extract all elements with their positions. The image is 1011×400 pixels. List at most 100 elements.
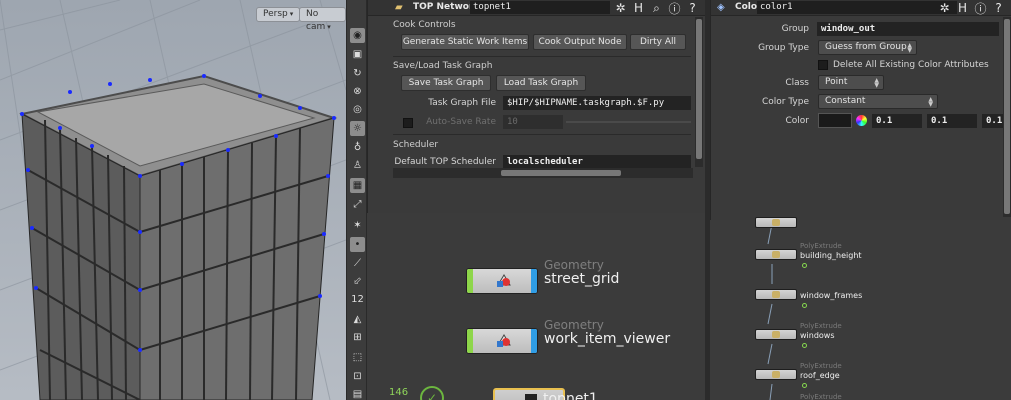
auto-save-rate-field[interactable]: 10 bbox=[503, 115, 563, 129]
horizontal-scrollbar[interactable] bbox=[393, 168, 693, 178]
parameter-header: ▰ TOP Network topnet1 ✲ H ⌕ ⓘ ? bbox=[368, 0, 705, 16]
auto-save-slider[interactable] bbox=[566, 121, 691, 123]
header-icons: ✲ H ⓘ ? bbox=[938, 0, 1005, 16]
persp-label: Persp bbox=[263, 9, 288, 19]
search-icon[interactable]: ⌕ bbox=[650, 1, 663, 16]
scrollbar-thumb[interactable] bbox=[1004, 19, 1010, 214]
output-connector[interactable] bbox=[802, 343, 807, 348]
sphere-icon[interactable]: ◎ bbox=[350, 102, 365, 117]
group-type-dropdown[interactable]: Guess from Group ▲ ▼ bbox=[818, 40, 917, 55]
task-graph-file-label: Task Graph File bbox=[428, 98, 496, 108]
color-r-field[interactable]: 0.1 bbox=[872, 114, 922, 128]
snap-icon[interactable]: ⬚ bbox=[350, 350, 365, 365]
class-dropdown[interactable]: Point ▲ ▼ bbox=[818, 75, 884, 90]
generate-work-items-button[interactable]: Generate Static Work Items bbox=[401, 34, 529, 50]
display-flag[interactable] bbox=[467, 329, 473, 353]
help-h-icon[interactable]: H bbox=[632, 1, 645, 15]
viewport-scene bbox=[0, 0, 346, 400]
node-name-field[interactable]: color1 bbox=[757, 1, 957, 14]
sop-node-windows[interactable] bbox=[755, 329, 797, 340]
scrollbar-thumb[interactable] bbox=[696, 19, 702, 159]
eye-icon[interactable]: ◉ bbox=[350, 28, 365, 43]
output-connector[interactable] bbox=[802, 263, 807, 268]
save-task-graph-button[interactable]: Save Task Graph bbox=[401, 75, 491, 91]
load-task-graph-button[interactable]: Load Task Graph bbox=[496, 75, 586, 91]
light-icon[interactable]: ♁ bbox=[350, 140, 365, 155]
save-load-heading: Save/Load Task Graph bbox=[393, 61, 493, 71]
sop-node-roof-edge[interactable] bbox=[755, 369, 797, 380]
gear-icon[interactable]: ✲ bbox=[614, 1, 627, 15]
display-flag[interactable] bbox=[467, 269, 473, 293]
top-network-editor[interactable]: Geometry street_grid Geometry work_item_… bbox=[367, 213, 705, 400]
display-icon[interactable]: ▤ bbox=[350, 387, 365, 400]
frame-icon[interactable]: ⊡ bbox=[350, 369, 365, 384]
bulb-icon[interactable]: ☼ bbox=[350, 121, 365, 136]
viewport[interactable]: Persp ▾ No cam ▾ bbox=[0, 0, 346, 400]
color-label: Color bbox=[785, 116, 810, 126]
cooked-check-icon[interactable]: ✓ bbox=[420, 386, 444, 400]
dirty-all-button[interactable]: Dirty All bbox=[630, 34, 686, 50]
lock-icon[interactable]: ▣ bbox=[350, 47, 365, 62]
pose-icon[interactable]: ✶ bbox=[350, 218, 365, 233]
color-wheel-icon[interactable] bbox=[856, 115, 867, 126]
group-type-value: Guess from Group bbox=[825, 42, 907, 52]
magnet-icon[interactable]: ⊗ bbox=[350, 84, 365, 99]
spinner-down-icon: ▼ bbox=[928, 101, 933, 108]
color-type-label: Color Type bbox=[761, 97, 809, 107]
group-label: Group bbox=[781, 24, 809, 34]
info-icon[interactable]: ⓘ bbox=[974, 0, 987, 17]
gear-icon[interactable]: ✲ bbox=[938, 1, 951, 15]
output-connector[interactable] bbox=[802, 303, 807, 308]
geometry-icon bbox=[497, 274, 511, 287]
render-flag[interactable] bbox=[531, 329, 537, 353]
grid-icon[interactable]: ⊞ bbox=[350, 330, 365, 345]
sop-network-editor[interactable]: PolyExtrude building_height window_frame… bbox=[710, 217, 1011, 400]
transform-icon[interactable]: ⤢ bbox=[350, 197, 365, 212]
group-field[interactable]: window_out bbox=[817, 22, 999, 36]
sop-node-window-frames[interactable] bbox=[755, 289, 797, 300]
color-swatch[interactable] bbox=[818, 113, 852, 128]
vertical-scrollbar[interactable] bbox=[1003, 17, 1011, 217]
sop-node-name: roof_edge bbox=[800, 371, 840, 380]
cook-controls-heading: Cook Controls bbox=[393, 20, 456, 30]
ruler-value[interactable]: 12 bbox=[350, 292, 365, 307]
node-body[interactable] bbox=[466, 268, 538, 294]
node-type-label: Geometry bbox=[544, 258, 604, 272]
brush-icon[interactable]: ⟋ bbox=[350, 256, 365, 271]
color-type-dropdown[interactable]: Constant ▲ ▼ bbox=[818, 94, 938, 109]
task-graph-file-field[interactable]: $HIP/$HIPNAME.taskgraph.$F.py bbox=[503, 96, 691, 110]
poly-extrude-icon bbox=[772, 251, 780, 258]
default-scheduler-field[interactable]: localscheduler bbox=[503, 155, 691, 169]
poly-extrude-icon bbox=[772, 219, 780, 226]
node-body[interactable] bbox=[466, 328, 538, 354]
info-icon[interactable]: ⓘ bbox=[668, 0, 681, 17]
ruler-icon[interactable]: ⬃ bbox=[350, 274, 365, 289]
person-icon[interactable]: ♙ bbox=[350, 158, 365, 173]
camera-icon[interactable]: ▦ bbox=[350, 178, 365, 193]
help-icon[interactable]: ? bbox=[992, 1, 1005, 15]
color-node-icon: ◈ bbox=[717, 2, 725, 13]
rotate-icon[interactable]: ↻ bbox=[350, 66, 365, 81]
header-icons: ✲ H ⌕ ⓘ ? bbox=[614, 0, 699, 16]
sop-node-building-height[interactable] bbox=[755, 249, 797, 260]
color-g-field[interactable]: 0.1 bbox=[927, 114, 977, 128]
sop-node[interactable] bbox=[755, 217, 797, 228]
help-icon[interactable]: ? bbox=[686, 1, 699, 15]
delete-attributes-checkbox[interactable] bbox=[818, 60, 828, 70]
camera-menu[interactable]: No cam ▾ bbox=[299, 7, 346, 32]
help-h-icon[interactable]: H bbox=[956, 1, 969, 15]
render-flag[interactable] bbox=[531, 269, 537, 293]
chevron-down-icon: ▾ bbox=[327, 23, 331, 31]
dot-icon[interactable]: • bbox=[350, 237, 365, 252]
section-divider bbox=[393, 134, 691, 135]
top-network-parameters: ▰ TOP Network topnet1 ✲ H ⌕ ⓘ ? Cook Con… bbox=[367, 0, 705, 213]
delete-attributes-label: Delete All Existing Color Attributes bbox=[833, 60, 989, 70]
node-name-field[interactable]: topnet1 bbox=[470, 1, 610, 14]
scrollbar-thumb[interactable] bbox=[501, 170, 621, 176]
sculpt-icon[interactable]: ◭ bbox=[350, 312, 365, 327]
vertical-scrollbar[interactable] bbox=[695, 17, 703, 167]
output-connector[interactable] bbox=[802, 383, 807, 388]
persp-menu[interactable]: Persp ▾ bbox=[256, 7, 301, 22]
cook-output-node-button[interactable]: Cook Output Node bbox=[533, 34, 627, 50]
poly-extrude-icon bbox=[772, 371, 780, 378]
